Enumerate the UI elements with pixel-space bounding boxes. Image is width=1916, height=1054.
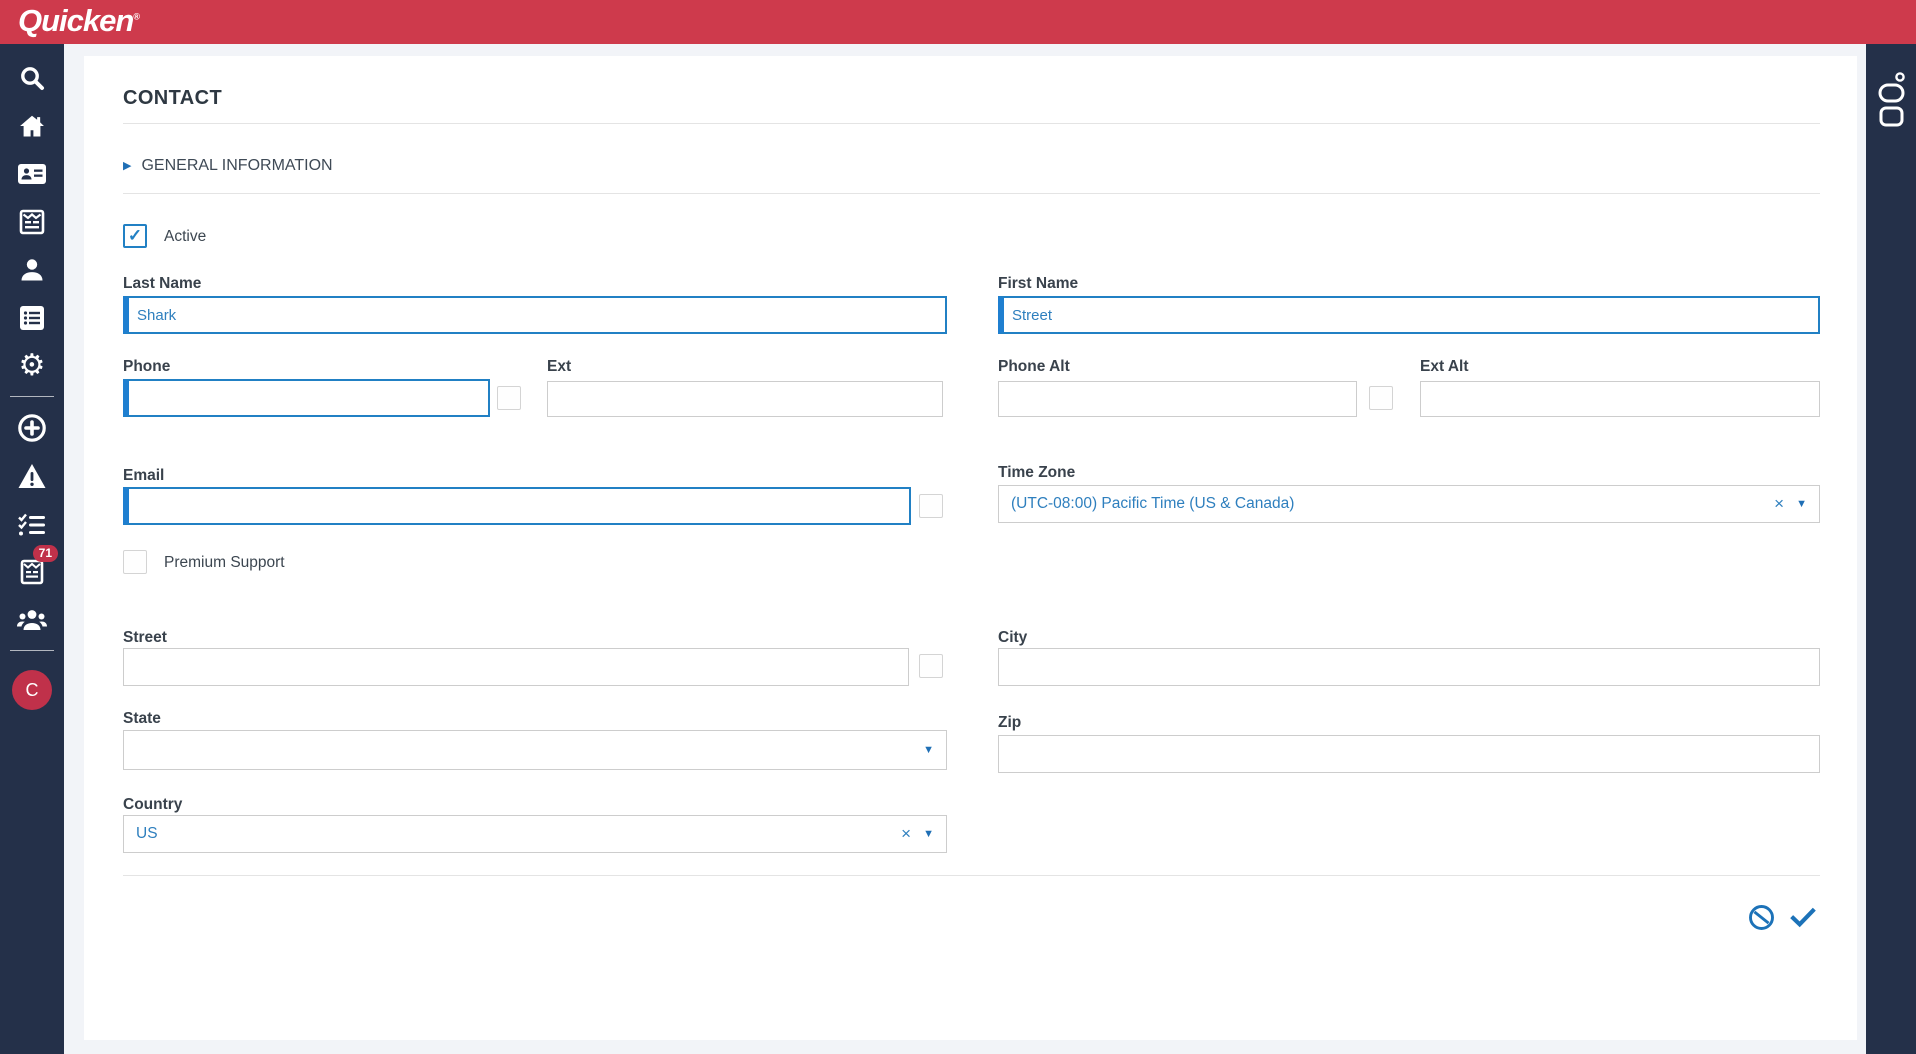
sidebar-item-order-form[interactable]: [0, 198, 64, 246]
sidebar-item-add[interactable]: [0, 404, 64, 452]
last-name-label: Last Name: [123, 275, 202, 292]
forms-clipboard-icon: [20, 559, 44, 585]
clear-icon[interactable]: ×: [901, 824, 911, 844]
form-actions: [1748, 904, 1817, 931]
premium-support-checkbox[interactable]: [123, 550, 147, 574]
list-icon: [20, 306, 44, 330]
sidebar-divider: [10, 396, 54, 397]
left-sidebar: ⚙ 71 C: [0, 44, 64, 1054]
search-icon: [21, 67, 44, 90]
right-rail: [1866, 44, 1916, 1054]
street-input[interactable]: [123, 648, 909, 686]
sidebar-item-contacts[interactable]: [0, 150, 64, 198]
cancel-ban-icon[interactable]: [1748, 904, 1775, 931]
first-name-input[interactable]: [998, 296, 1820, 334]
clear-icon[interactable]: ×: [1774, 494, 1784, 514]
email-input[interactable]: [123, 487, 911, 525]
chevron-down-icon[interactable]: ▼: [1796, 498, 1807, 510]
email-label: Email: [123, 467, 165, 484]
active-checkbox[interactable]: [123, 224, 147, 248]
street-label: Street: [123, 629, 167, 646]
sidebar-item-search[interactable]: [0, 54, 64, 102]
home-icon: [20, 115, 44, 137]
order-form-icon: [19, 209, 45, 235]
section-general-information[interactable]: ▶ GENERAL INFORMATION: [123, 157, 333, 175]
warning-triangle-icon: [18, 464, 46, 488]
phone-checkbox[interactable]: [497, 386, 521, 410]
active-label: Active: [164, 228, 207, 245]
zip-input[interactable]: [998, 735, 1820, 773]
ext-alt-label: Ext Alt: [1420, 358, 1469, 375]
divider: [123, 193, 1820, 194]
sidebar-item-user[interactable]: [0, 246, 64, 294]
phone-alt-checkbox[interactable]: [1369, 386, 1393, 410]
time-zone-label: Time Zone: [998, 464, 1076, 481]
email-checkbox[interactable]: [919, 494, 943, 518]
time-zone-value: (UTC-08:00) Pacific Time (US & Canada): [1011, 495, 1295, 512]
phone-label: Phone: [123, 358, 171, 375]
first-name-label: First Name: [998, 275, 1079, 292]
ext-alt-input[interactable]: [1420, 381, 1820, 417]
address-card-icon: [18, 164, 46, 184]
sidebar-item-teams[interactable]: [0, 596, 64, 644]
sidebar-item-home[interactable]: [0, 102, 64, 150]
sidebar-item-list[interactable]: [0, 294, 64, 342]
quicken-logo: Quicken®: [18, 3, 140, 38]
notification-badge: 71: [32, 545, 58, 562]
tasks-checklist-icon: [18, 513, 45, 536]
sidebar-divider: [10, 650, 54, 651]
collapse-arrow-icon: ▶: [123, 159, 132, 172]
contact-form-card: CONTACT ▶ GENERAL INFORMATION Active Las…: [84, 56, 1857, 1040]
users-group-icon: [17, 610, 47, 630]
city-input[interactable]: [998, 648, 1820, 686]
gear-icon: ⚙: [18, 348, 46, 383]
zip-label: Zip: [998, 714, 1022, 731]
user-avatar[interactable]: C: [12, 670, 52, 710]
chevron-down-icon[interactable]: ▼: [923, 744, 934, 756]
phone-input[interactable]: [123, 379, 490, 417]
user-icon: [21, 259, 43, 281]
avatar-initial: C: [25, 679, 39, 700]
country-label: Country: [123, 796, 183, 813]
divider: [123, 123, 1820, 124]
divider: [123, 875, 1820, 876]
state-label: State: [123, 710, 161, 727]
section-title: GENERAL INFORMATION: [141, 157, 333, 174]
chevron-down-icon[interactable]: ▼: [923, 828, 934, 840]
state-select[interactable]: ▼: [123, 730, 947, 770]
save-check-icon[interactable]: [1789, 904, 1817, 931]
country-value: US: [136, 825, 158, 842]
page-title: CONTACT: [123, 87, 223, 109]
phone-alt-label: Phone Alt: [998, 358, 1070, 375]
right-rail-handle-icon[interactable]: [1871, 68, 1911, 130]
plus-circle-icon: [18, 414, 46, 442]
city-label: City: [998, 629, 1028, 646]
time-zone-select[interactable]: (UTC-08:00) Pacific Time (US & Canada) ×…: [998, 485, 1820, 523]
sidebar-item-tasks[interactable]: [0, 500, 64, 548]
app-header: Quicken®: [0, 0, 1916, 44]
sidebar-item-alerts[interactable]: [0, 452, 64, 500]
street-checkbox[interactable]: [919, 654, 943, 678]
ext-input[interactable]: [547, 381, 943, 417]
phone-alt-input[interactable]: [998, 381, 1357, 417]
premium-support-label: Premium Support: [164, 554, 285, 571]
last-name-input[interactable]: [123, 296, 947, 334]
ext-label: Ext: [547, 358, 572, 375]
country-select[interactable]: US × ▼: [123, 815, 947, 853]
sidebar-item-settings[interactable]: ⚙: [0, 342, 64, 390]
sidebar-item-forms[interactable]: 71: [0, 545, 64, 596]
